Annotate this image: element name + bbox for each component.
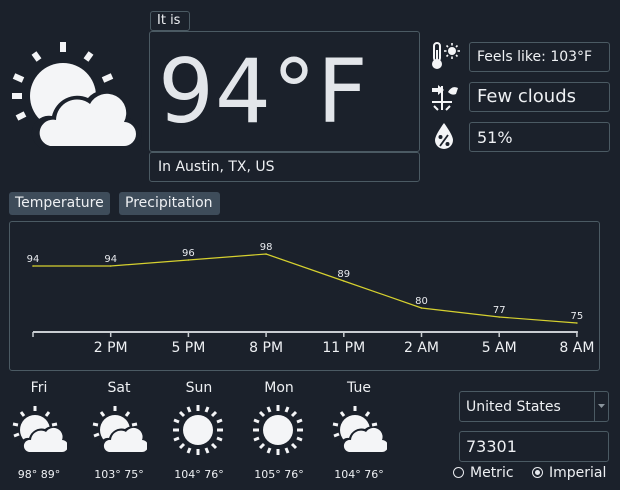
- x-tick-label: 11 PM: [322, 340, 365, 356]
- forecast-day-name: Sun: [185, 380, 213, 396]
- country-select[interactable]: United States: [459, 391, 609, 422]
- zip-code-input[interactable]: 73301: [459, 431, 609, 462]
- data-point: [343, 280, 345, 282]
- forecast-day-name: Sat: [107, 380, 131, 396]
- forecast-day-name: Tue: [347, 380, 371, 396]
- radio-imperial-indicator[interactable]: [532, 467, 543, 478]
- forecast-day-name: Mon: [264, 380, 294, 396]
- forecast-temps: 103° 75°: [94, 468, 144, 481]
- x-tick-label: 8 AM: [559, 340, 594, 356]
- humidity-drop-icon: [435, 123, 453, 149]
- data-label: 80: [415, 296, 428, 307]
- current-temperature: 94°F: [158, 40, 369, 143]
- data-label: 75: [571, 311, 584, 322]
- data-label: 77: [493, 305, 506, 316]
- radio-imperial-label: Imperial: [549, 465, 607, 481]
- data-point: [420, 307, 423, 309]
- x-tick-label: 5 PM: [171, 340, 205, 356]
- forecast-temps: 104° 76°: [334, 468, 384, 481]
- radio-metric-label: Metric: [470, 465, 514, 481]
- forecast-temps: 105° 76°: [254, 468, 304, 481]
- sun-behind-cloud-icon: [12, 406, 67, 454]
- data-label: 98: [260, 242, 273, 253]
- data-point: [187, 259, 190, 261]
- thermometer-sun-icon: [432, 42, 460, 69]
- data-point: [265, 253, 267, 255]
- forecast-day-name: Fri: [30, 380, 48, 396]
- data-label: 94: [27, 254, 40, 265]
- data-label: 94: [104, 254, 117, 265]
- weather-vane-icon: [432, 85, 458, 111]
- temperature-chart: 2 PM 5 PM 8 PM 11 PM 2 AM 5 AM 8 AM 94 94 96 98 89 8…: [9, 221, 600, 371]
- sun-icon: [253, 405, 303, 455]
- data-point: [109, 265, 112, 267]
- forecast-temps: 98° 89°: [17, 468, 61, 481]
- radio-metric-indicator[interactable]: [453, 467, 464, 478]
- tab-temperature[interactable]: Temperature: [9, 192, 110, 215]
- data-point: [498, 316, 501, 318]
- country-value: United States: [466, 399, 561, 415]
- x-tick-label: 8 PM: [249, 340, 283, 356]
- x-tick-label: 5 AM: [482, 340, 517, 356]
- data-label: 96: [182, 248, 195, 259]
- it-is-label: It is: [150, 11, 190, 31]
- humidity-field: 51%: [469, 122, 610, 152]
- tab-precipitation[interactable]: Precipitation: [119, 192, 220, 215]
- data-point: [32, 265, 34, 267]
- forecast-temps: 104° 76°: [174, 468, 224, 481]
- data-point: [576, 322, 578, 324]
- data-label: 89: [337, 269, 350, 280]
- radio-metric[interactable]: Metric: [453, 465, 514, 481]
- sun-behind-cloud-icon: [12, 42, 142, 150]
- condition-field: Few clouds: [469, 82, 610, 112]
- temperature-line-chart: 2 PM 5 PM 8 PM 11 PM 2 AM 5 AM 8 AM 94 94 96 98 89 8…: [27, 242, 595, 356]
- sun-behind-cloud-icon: [332, 406, 387, 454]
- sun-behind-cloud-icon: [92, 406, 147, 454]
- x-tick-label: 2 AM: [404, 340, 439, 356]
- radio-imperial[interactable]: Imperial: [532, 465, 606, 481]
- chevron-down-icon[interactable]: [594, 392, 608, 421]
- feels-like-field: Feels like: 103°F: [469, 42, 610, 72]
- sun-icon: [173, 405, 223, 455]
- location-label: In Austin, TX, US: [149, 152, 420, 182]
- x-tick-label: 2 PM: [94, 340, 128, 356]
